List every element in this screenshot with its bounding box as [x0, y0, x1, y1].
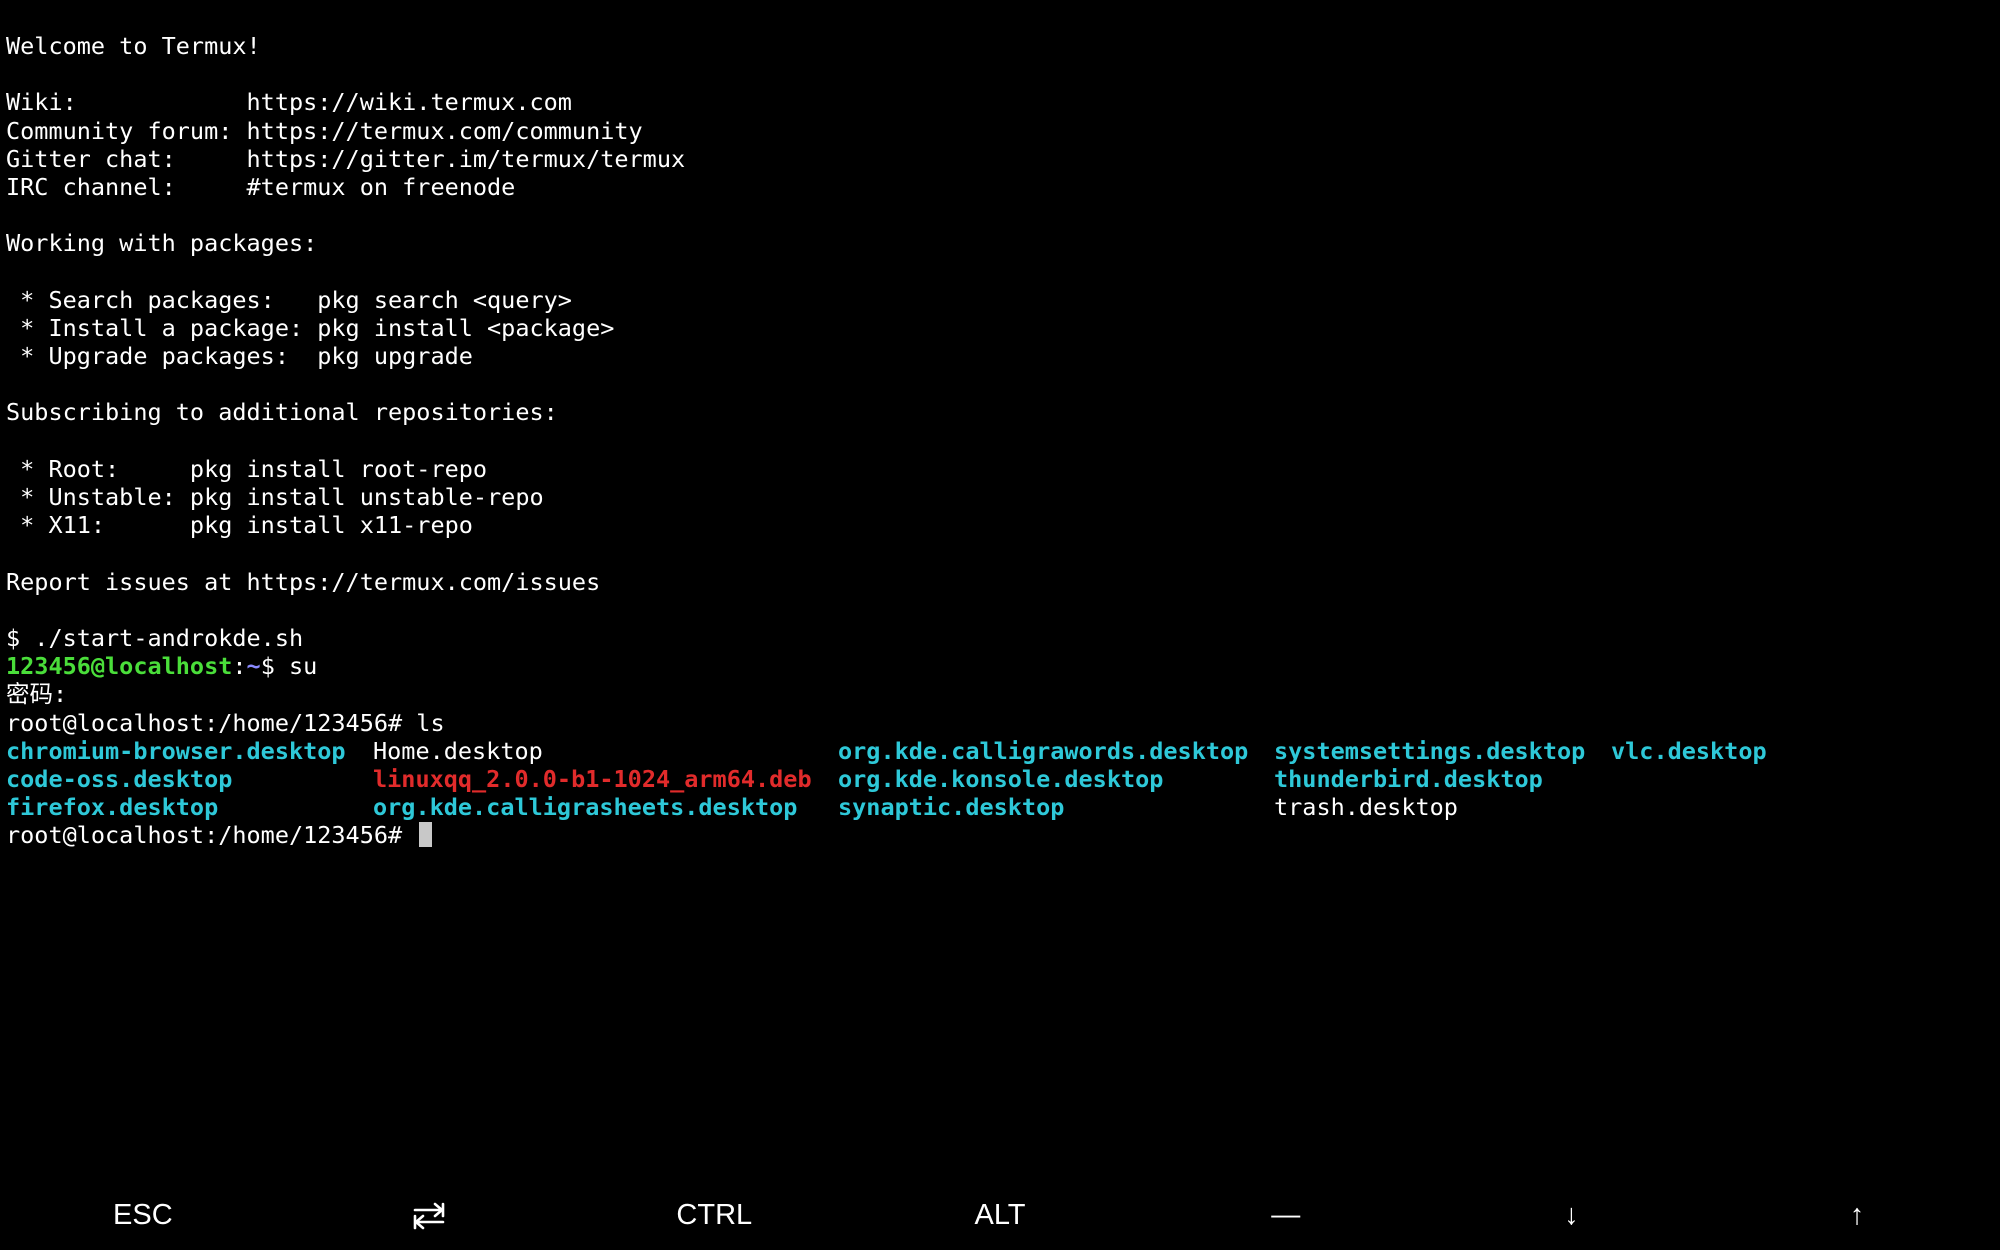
root-repo-line: * Root: pkg install root-repo	[6, 454, 488, 483]
terminal-output[interactable]: Welcome to Termux! Wiki: https://wiki.te…	[6, 32, 1996, 1172]
ls-output: chromium-browser.desktop Home.desktop or…	[6, 737, 1996, 822]
ls-command-line: root@localhost:/home/123456# ls	[6, 708, 445, 737]
wiki-line: Wiki: https://wiki.termux.com	[6, 88, 572, 117]
esc-key[interactable]: ESC	[0, 1180, 286, 1250]
welcome-line: Welcome to Termux!	[6, 32, 261, 60]
repos-heading: Subscribing to additional repositories:	[6, 398, 558, 427]
ls-item: thunderbird.desktop	[1274, 764, 1543, 793]
packages-heading: Working with packages:	[6, 229, 318, 258]
prompt-command: $ su	[260, 652, 318, 681]
ls-item: firefox.desktop	[6, 793, 219, 822]
install-package-line: * Install a package: pkg install <packag…	[6, 313, 615, 342]
ls-item: linuxqq_2.0.0-b1-1024_arm64.deb	[373, 764, 812, 793]
gitter-chat-line: Gitter chat: https://gitter.im/termux/te…	[6, 144, 686, 173]
community-forum-line: Community forum: https://termux.com/comm…	[6, 116, 643, 145]
extra-keys-bar: ESC CTRL ALT — ↓ ↑	[0, 1180, 2000, 1250]
prompt-path: ~	[246, 652, 261, 681]
ls-item: org.kde.calligrawords.desktop	[838, 736, 1249, 765]
ls-item: chromium-browser.desktop	[6, 736, 346, 765]
prompt-colon: :	[232, 652, 247, 681]
start-command-line: $ ./start-androkde.sh	[6, 623, 304, 652]
ls-item: trash.desktop	[1274, 793, 1458, 822]
current-prompt-line[interactable]: root@localhost:/home/123456#	[6, 821, 1996, 849]
ls-item: synaptic.desktop	[838, 793, 1065, 822]
alt-key[interactable]: ALT	[857, 1180, 1143, 1250]
ls-item	[1611, 765, 1811, 793]
ls-item: Home.desktop	[373, 736, 543, 765]
ls-item: vlc.desktop	[1611, 736, 1767, 765]
irc-channel-line: IRC channel: #termux on freenode	[6, 172, 516, 201]
user-prompt-line: 123456@localhost:~$ su	[6, 652, 1996, 680]
tab-key[interactable]	[286, 1180, 572, 1250]
report-issues-line: Report issues at https://termux.com/issu…	[6, 567, 601, 596]
password-prompt-line: 密码:	[6, 680, 68, 709]
prompt-user: 123456@localhost	[6, 652, 233, 681]
x11-repo-line: * X11: pkg install x11-repo	[6, 511, 473, 540]
final-prompt: root@localhost:/home/123456#	[6, 821, 417, 850]
tab-arrows-icon	[412, 1199, 446, 1231]
ls-item: org.kde.calligrasheets.desktop	[373, 793, 798, 822]
ls-item: org.kde.konsole.desktop	[838, 764, 1164, 793]
dash-key[interactable]: —	[1143, 1180, 1429, 1250]
up-arrow-key[interactable]: ↑	[1714, 1180, 2000, 1250]
ls-item: systemsettings.desktop	[1274, 736, 1586, 765]
text-cursor	[419, 822, 433, 848]
unstable-repo-line: * Unstable: pkg install unstable-repo	[6, 483, 544, 511]
down-arrow-key[interactable]: ↓	[1429, 1180, 1715, 1250]
ls-item: code-oss.desktop	[6, 764, 233, 793]
upgrade-packages-line: * Upgrade packages: pkg upgrade	[6, 342, 473, 371]
ctrl-key[interactable]: CTRL	[571, 1180, 857, 1250]
search-packages-line: * Search packages: pkg search <query>	[6, 285, 572, 314]
ls-item	[1611, 793, 1811, 821]
